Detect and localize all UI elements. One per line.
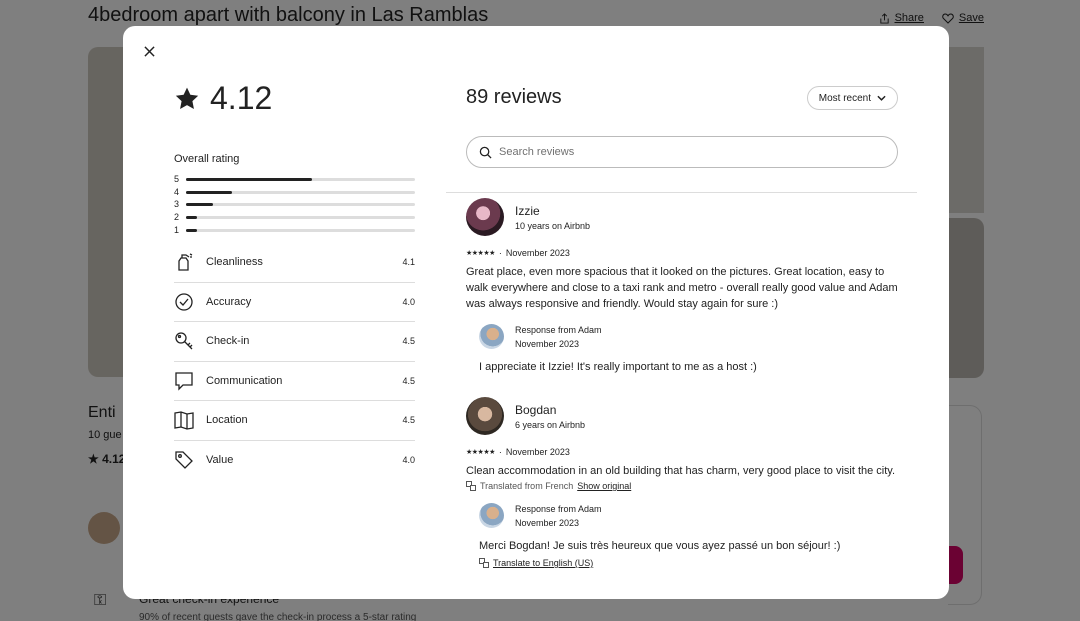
reviews-modal: 4.12 Overall rating 5 4 3 2 1 Cleanliness 4.1…: [123, 26, 949, 599]
meta-separator: ·: [498, 447, 502, 457]
histogram-row: 4: [174, 186, 415, 199]
host-response: Response from Adam November 2023 Merci B…: [479, 503, 906, 568]
category-name: Value: [206, 454, 234, 467]
category-score: 4.1: [402, 257, 415, 268]
histogram-fill: [186, 229, 198, 233]
reviewer-tenure: 10 years on Airbnb: [515, 220, 591, 231]
category-score: 4.5: [402, 336, 415, 347]
category-score: 4.5: [402, 375, 415, 386]
histogram-fill: [186, 203, 214, 207]
reviewer-avatar[interactable]: [466, 198, 504, 236]
histogram-star-label: 2: [174, 212, 180, 223]
translate-link[interactable]: Translate to English (US): [493, 558, 593, 568]
chat-bubble-icon: [174, 371, 206, 391]
sort-label: Most recent: [818, 92, 871, 104]
review-text: Clean accommodation in an old building t…: [466, 465, 896, 477]
reviewer-tenure: 6 years on Airbnb: [515, 419, 586, 430]
category-name: Location: [206, 414, 248, 427]
category-score: 4.0: [402, 296, 415, 307]
review-date: November 2023: [505, 447, 570, 457]
histogram-row: 3: [174, 199, 415, 212]
response-from: Response from Adam: [515, 503, 602, 514]
response-text: I appreciate it Izzie! It's really impor…: [479, 361, 757, 373]
tag-icon: [174, 450, 206, 470]
category-name: Check-in: [206, 335, 250, 348]
sort-dropdown[interactable]: Most recent: [806, 86, 898, 110]
review-count: 89 reviews: [466, 86, 562, 108]
search-input[interactable]: [499, 146, 897, 158]
star-icon: [175, 87, 199, 109]
category-score: 4.0: [402, 455, 415, 466]
spray-bottle-icon: [174, 252, 206, 272]
category-ratings: Cleanliness 4.1 Accuracy 4.0 Check-in 4.5 Comm…: [174, 243, 415, 480]
meta-separator: ·: [498, 248, 502, 258]
histogram-track: [186, 203, 415, 207]
host-avatar[interactable]: [479, 324, 504, 349]
histogram-star-label: 4: [174, 186, 180, 197]
review-stars: ★★★★★: [466, 449, 495, 456]
review-text: Great place, even more spacious that it …: [466, 266, 898, 310]
review-list: Izzie 10 years on Airbnb ★★★★★ · Novembe…: [466, 196, 906, 568]
category-row-value: Value 4.0: [174, 441, 415, 481]
category-row-check-in: Check-in 4.5: [174, 322, 415, 362]
histogram-track: [186, 216, 415, 220]
show-original-link[interactable]: Show original: [577, 481, 631, 491]
overall-rating-value: 4.12: [210, 80, 273, 116]
category-name: Cleanliness: [206, 256, 263, 269]
key-icon: [174, 331, 206, 351]
reviewer-name: Izzie: [515, 203, 540, 218]
check-circle-icon: [174, 292, 206, 312]
histogram-fill: [186, 216, 198, 220]
rating-histogram: 5 4 3 2 1: [174, 173, 415, 237]
host-response: Response from Adam November 2023 I appre…: [479, 324, 906, 373]
translate-icon: [466, 481, 476, 491]
category-row-location: Location 4.5: [174, 401, 415, 441]
overall-rating: 4.12: [174, 80, 272, 117]
reviewer-avatar[interactable]: [466, 397, 504, 435]
histogram-star-label: 1: [174, 225, 180, 236]
translation-note: Translated from French Show original: [466, 481, 906, 491]
close-button[interactable]: [140, 42, 158, 60]
histogram-star-label: 3: [174, 199, 180, 210]
histogram-row: 2: [174, 211, 415, 224]
close-icon: [143, 45, 155, 57]
histogram-track: [186, 229, 415, 233]
histogram-track: [186, 190, 415, 194]
category-row-accuracy: Accuracy 4.0: [174, 283, 415, 322]
divider: [446, 192, 917, 193]
category-row-cleanliness: Cleanliness 4.1: [174, 243, 415, 283]
translate-row: Translate to English (US): [479, 558, 906, 568]
review-item: Izzie 10 years on Airbnb ★★★★★ · Novembe…: [466, 196, 906, 373]
host-avatar[interactable]: [479, 503, 504, 528]
translated-label: Translated from French: [480, 481, 574, 491]
response-date: November 2023: [515, 338, 580, 349]
response-from: Response from Adam: [515, 324, 602, 335]
review-stars: ★★★★★: [466, 250, 495, 257]
category-name: Communication: [206, 374, 283, 387]
histogram-row: 5: [174, 173, 415, 186]
histogram-row: 1: [174, 224, 415, 237]
search-reviews[interactable]: [466, 136, 898, 168]
category-name: Accuracy: [206, 295, 252, 308]
histogram-fill: [186, 177, 312, 181]
chevron-down-icon: [877, 95, 886, 101]
response-date: November 2023: [515, 517, 580, 528]
category-score: 4.5: [402, 415, 415, 426]
search-icon: [479, 146, 492, 159]
review-item: Bogdan 6 years on Airbnb ★★★★★ · Novembe…: [466, 395, 906, 568]
response-text: Merci Bogdan! Je suis très heureux que v…: [479, 540, 841, 552]
category-row-communication: Communication 4.5: [174, 362, 415, 401]
histogram-star-label: 5: [174, 173, 180, 184]
histogram-fill: [186, 190, 232, 194]
translate-icon: [479, 558, 489, 568]
overall-rating-label: Overall rating: [174, 153, 240, 165]
map-icon: [174, 410, 206, 430]
histogram-track: [186, 177, 415, 181]
review-date: November 2023: [505, 248, 570, 258]
reviewer-name: Bogdan: [515, 402, 557, 417]
